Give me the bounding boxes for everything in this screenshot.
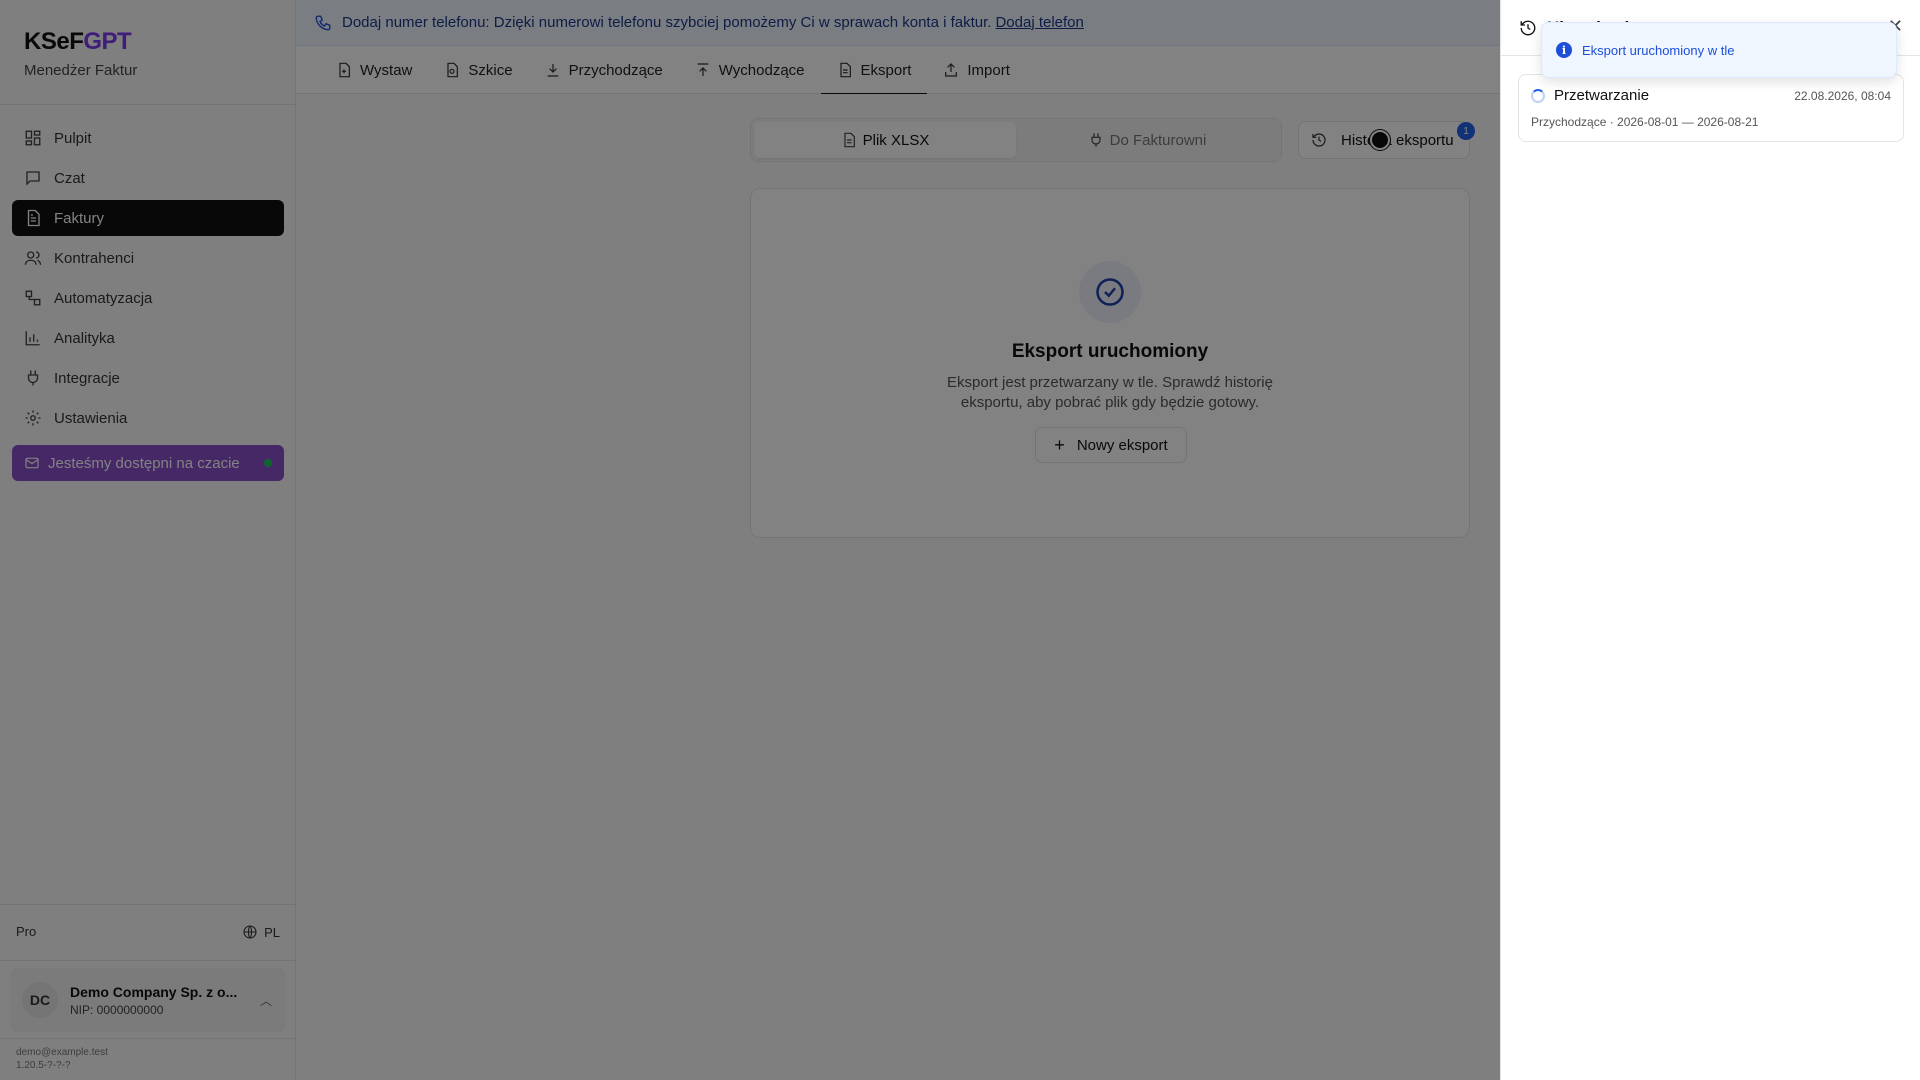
toast-message: Eksport uruchomiony w tle [1582, 42, 1735, 58]
info-icon: i [1556, 42, 1572, 58]
loading-spinner-icon [1531, 88, 1545, 103]
status-label: Przetwarzanie [1554, 87, 1650, 104]
export-status: Przetwarzanie [1531, 87, 1649, 104]
history-icon [1520, 20, 1536, 35]
export-history-panel: Historia eksportu ✕ Przetwarzanie 22.08.… [1500, 0, 1920, 1080]
toast-notification[interactable]: i Eksport uruchomiony w tle [1541, 22, 1897, 78]
modal-backdrop[interactable] [0, 0, 1500, 1080]
export-date: 22.08.2026, 08:04 [1794, 89, 1891, 103]
export-history-item[interactable]: Przetwarzanie 22.08.2026, 08:04 Przychod… [1518, 74, 1904, 142]
export-meta: Przychodzące · 2026-08-01 — 2026-08-21 [1531, 115, 1759, 129]
